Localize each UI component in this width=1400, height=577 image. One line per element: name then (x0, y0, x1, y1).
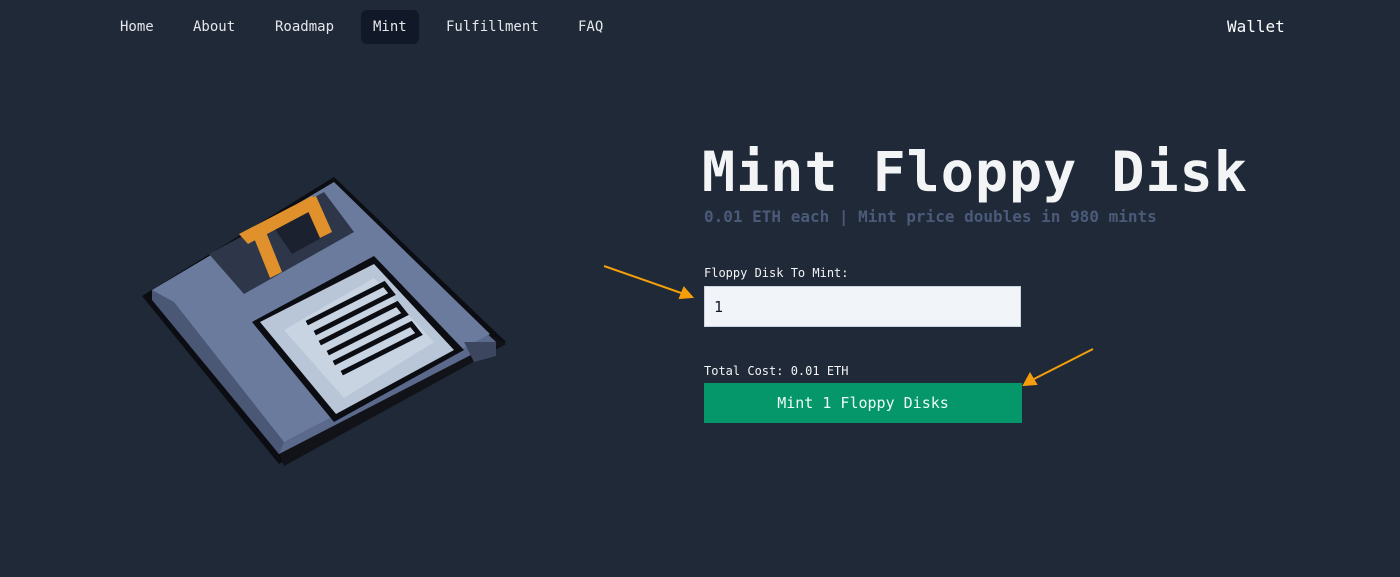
arrow-to-mint-button-icon (1022, 348, 1094, 387)
quantity-label: Floppy Disk To Mint: (704, 266, 849, 280)
nav-about[interactable]: About (181, 10, 247, 44)
total-cost: Total Cost: 0.01 ETH (704, 364, 849, 378)
nav-mint[interactable]: Mint (361, 10, 419, 44)
price-subtitle: 0.01 ETH each | Mint price doubles in 98… (704, 207, 1157, 226)
wallet-button[interactable]: Wallet (1227, 10, 1285, 44)
nav-fulfillment[interactable]: Fulfillment (434, 10, 551, 44)
floppy-disk-icon (142, 177, 506, 466)
nav-roadmap[interactable]: Roadmap (263, 10, 346, 44)
page-title: Mint Floppy Disk (702, 140, 1248, 204)
nav-faq[interactable]: FAQ (566, 10, 615, 44)
nav-home[interactable]: Home (108, 10, 166, 44)
top-nav: Home About Roadmap Mint Fulfillment FAQ … (0, 0, 1400, 54)
mint-button[interactable]: Mint 1 Floppy Disks (704, 383, 1022, 423)
arrow-to-quantity-icon (603, 265, 695, 300)
quantity-input[interactable] (704, 286, 1021, 327)
